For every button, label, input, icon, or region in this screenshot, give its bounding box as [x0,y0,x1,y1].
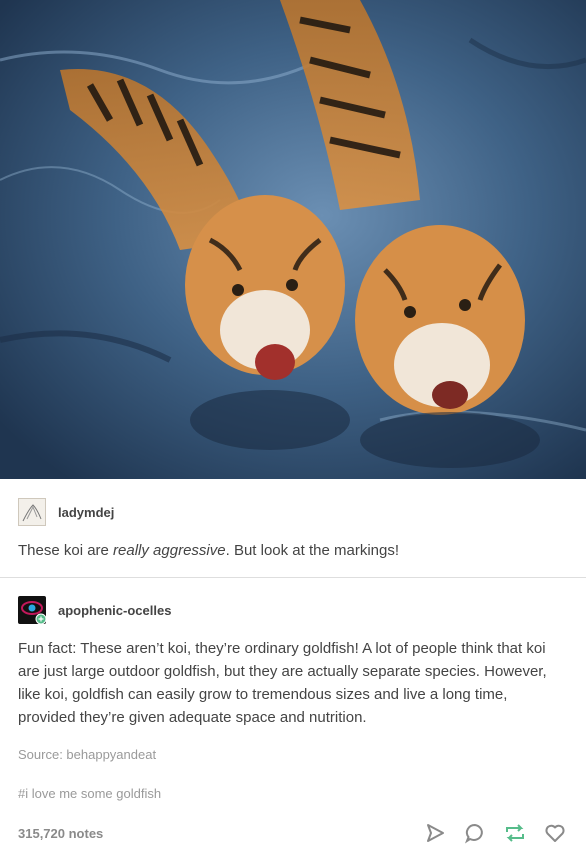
author-row: ladymdej [18,497,568,527]
username[interactable]: apophenic-ocelles [58,603,171,618]
text-part: These koi are [18,542,114,559]
post-photo [0,0,586,479]
reblog-entry: apophenic-ocelles Fun fact: These aren’t… [0,578,586,801]
post-tag[interactable]: #i love me some goldfish [18,786,568,801]
avatar[interactable] [18,596,47,625]
avatar[interactable] [18,498,46,526]
username[interactable]: ladymdej [58,505,114,520]
emphasis-text: really aggressive [113,542,226,559]
author-row: apophenic-ocelles [18,595,568,625]
eye-avatar-icon [21,601,47,625]
post-actions [422,820,568,846]
heart-icon[interactable] [542,820,568,846]
post-footer: 315,720 notes [0,819,586,847]
reblog-entry: ladymdej These koi are really aggressive… [0,479,586,562]
notes-count[interactable]: 315,720 notes [18,826,103,841]
text-part: . But look at the markings! [225,542,400,559]
reblog-icon[interactable] [502,820,528,846]
share-icon[interactable] [422,820,448,846]
reply-icon[interactable] [462,820,488,846]
reblog-text: Fun fact: These aren’t koi, they’re ordi… [18,640,547,726]
reblog-text: These koi are really aggressive. But loo… [18,539,568,562]
source-link[interactable]: Source: behappyandeat [18,747,568,762]
sketch-avatar-icon [22,504,42,522]
post-content: ladymdej These koi are really aggressive… [0,479,586,847]
